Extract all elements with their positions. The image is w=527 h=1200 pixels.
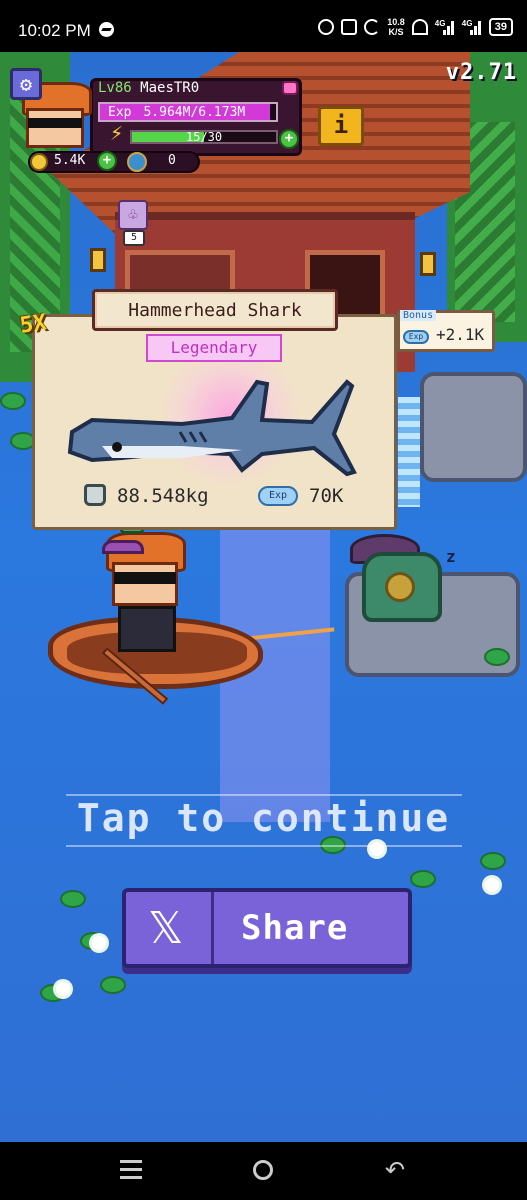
coin-icon [30, 153, 48, 171]
player-name: MaesTR0 [140, 80, 200, 96]
fish-weight: 88.548kg [117, 485, 209, 507]
player-character [100, 532, 190, 652]
net-speed: 10.8 K/S [387, 17, 405, 37]
exp-bar: Exp 5.964M/6.173M [98, 102, 278, 122]
net-speed-value: 10.8 [387, 17, 405, 27]
gear-icon: ⚙ [19, 72, 33, 96]
trophy-icon [385, 572, 415, 602]
x-logo-icon: 𝕏 [148, 903, 184, 954]
exp-reward: 70K [309, 485, 344, 507]
lily-pad [0, 392, 26, 410]
lily-pad [100, 976, 126, 994]
gem-value: 0 [168, 153, 176, 168]
bonus-value: +2.1K [436, 325, 485, 344]
gem-icon [127, 152, 147, 172]
rarity-badge: Legendary [146, 334, 282, 362]
lightning-icon: ⚡ [110, 121, 124, 146]
clock: 10:02 PM [18, 21, 91, 40]
wifi-icon [411, 19, 428, 35]
exp-badge: Exp [258, 486, 298, 506]
signal-icon-1: 4G [435, 19, 455, 35]
lantern-icon [420, 252, 436, 276]
version-label: v2.71 [445, 60, 517, 85]
weight-icon [84, 484, 106, 506]
nfc-icon [341, 19, 358, 35]
waterfall [398, 397, 420, 507]
navigation-bar: ↶ [0, 1142, 527, 1200]
lily-pad [484, 648, 510, 666]
energy-value: 15/30 [186, 130, 223, 144]
lily-pad [60, 890, 86, 908]
x-section: 𝕏 [126, 892, 214, 964]
status-bar: 10:02 PM 10.8 K/S 4G 4G 39 [0, 0, 527, 52]
tap-to-continue[interactable]: Tap to continue [0, 796, 527, 840]
lily-pad [480, 852, 506, 870]
fish-title-plate: Hammerhead Shark [92, 289, 338, 331]
quest-icon[interactable]: ♧ [118, 200, 148, 230]
signal-2-label: 4G [461, 19, 473, 28]
divider [66, 845, 462, 847]
status-icons: 10.8 K/S 4G 4G 39 [318, 17, 513, 37]
moon-icon [364, 19, 381, 35]
flower-icon [92, 936, 106, 950]
signal-1-label: 4G [434, 19, 446, 28]
hammerhead-shark-icon [67, 379, 357, 477]
share-label: Share [241, 908, 349, 948]
home-icon[interactable] [253, 1160, 273, 1180]
add-energy-button[interactable]: + [279, 129, 299, 149]
coin-value: 5.4K [54, 153, 86, 168]
exp-label: Exp [108, 105, 132, 120]
flower-icon [56, 982, 70, 996]
lily-pad [410, 870, 436, 888]
fish-name: Hammerhead Shark [128, 300, 302, 321]
sleep-icon: z [446, 547, 456, 566]
messenger-icon [99, 22, 114, 37]
quest-count-badge: 5 [123, 230, 145, 246]
signal-icon-2: 4G [462, 19, 482, 35]
alarm-icon [318, 19, 335, 35]
player-level-name: Lv86 MaesTR0 [98, 80, 199, 96]
bonus-exp-badge: Exp [403, 330, 429, 344]
exp-value: 5.964M/6.173M [143, 105, 246, 120]
mail-icon[interactable] [282, 81, 298, 95]
player-level: Lv86 [98, 80, 132, 96]
energy-bar: 15/30 [130, 130, 278, 144]
battery-icon: 39 [488, 18, 513, 36]
rock [420, 372, 527, 482]
flower-icon [485, 878, 499, 892]
bonus-label: Bonus [400, 310, 437, 321]
back-icon[interactable]: ↶ [385, 1156, 405, 1184]
game-scene[interactable]: z ⚙ Lv86 MaesTR0 Exp 5.964M/6.173M ⚡ 15/3… [0, 52, 527, 1142]
net-speed-unit: K/S [388, 27, 404, 37]
lantern-icon [90, 248, 106, 272]
recent-apps-icon[interactable] [120, 1160, 142, 1180]
add-coins-button[interactable]: + [97, 151, 117, 171]
catch-multiplier: 5X [18, 310, 49, 339]
share-button[interactable]: 𝕏 Share [122, 888, 412, 968]
settings-button[interactable]: ⚙ [10, 68, 42, 100]
info-button[interactable]: i [318, 106, 364, 146]
